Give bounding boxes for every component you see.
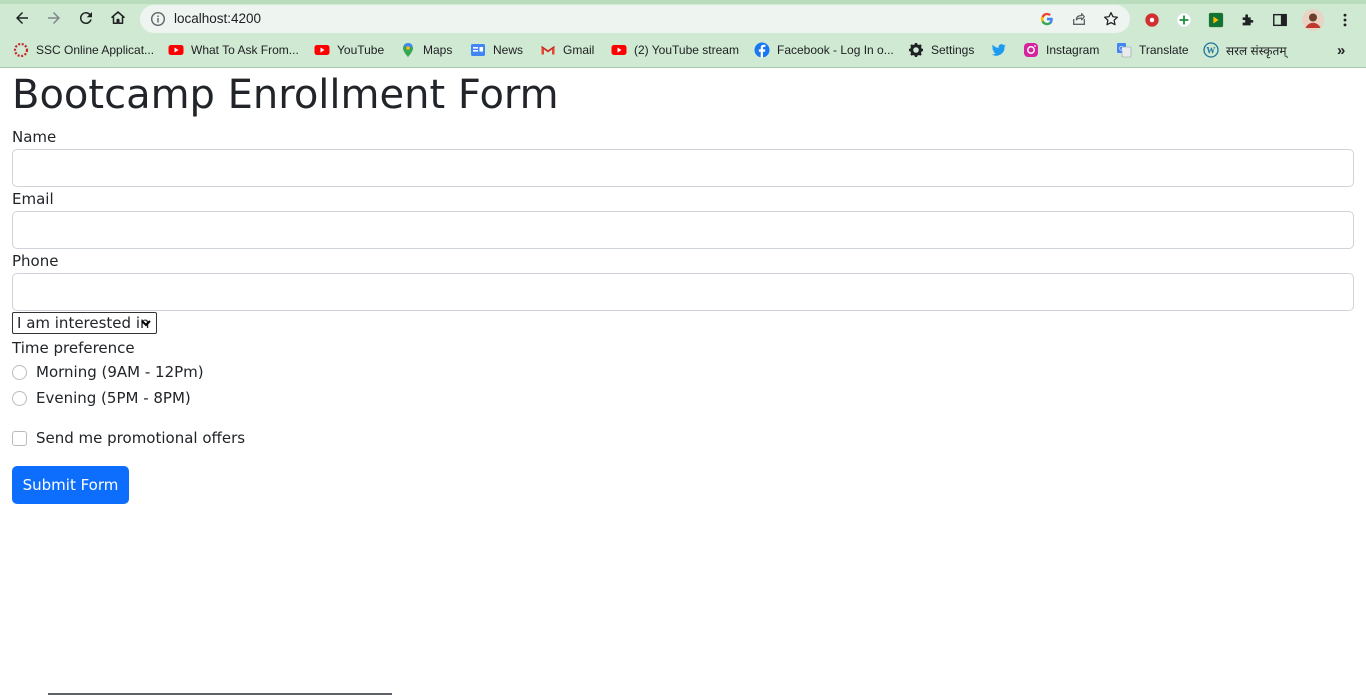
bookmark-settings[interactable]: Settings	[908, 40, 974, 60]
bookmark-label: Gmail	[563, 43, 595, 57]
phone-input[interactable]	[12, 273, 1354, 311]
bookmark-gmail[interactable]: Gmail	[540, 40, 594, 60]
bookmark-translate[interactable]: G Translate	[1116, 40, 1189, 60]
gear-icon	[909, 43, 923, 57]
star-icon[interactable]	[1102, 10, 1120, 28]
chevron-down-icon	[141, 320, 151, 327]
radio-evening[interactable]: Evening (5PM - 8PM)	[12, 388, 191, 408]
radio-evening-label: Evening (5PM - 8PM)	[36, 389, 191, 407]
bookmark-youtube-stream[interactable]: (2) YouTube stream	[611, 40, 739, 60]
bookmark-label: सरल संस्कृतम्	[1226, 43, 1287, 58]
instagram-icon	[1024, 43, 1038, 57]
reload-button[interactable]	[75, 7, 97, 29]
bookmark-label: News	[493, 43, 524, 57]
phone-label: Phone	[12, 252, 59, 270]
facebook-icon	[754, 42, 770, 58]
url-text[interactable]: localhost:4200	[174, 11, 261, 26]
bookmark-label: What To Ask From...	[191, 43, 299, 57]
media-extension-icon[interactable]	[1207, 11, 1225, 29]
promo-checkbox-label: Send me promotional offers	[36, 429, 246, 447]
home-button[interactable]	[107, 7, 129, 29]
bookmark-youtube[interactable]: YouTube	[314, 40, 384, 60]
back-button[interactable]	[11, 7, 33, 29]
arrow-left-icon	[16, 12, 28, 24]
radio-morning[interactable]: Morning (9AM - 12Pm)	[12, 362, 204, 382]
bookmark-label: Settings	[931, 43, 975, 57]
bookmarks-bar: SSC Online Applicat... What To Ask From.…	[0, 36, 1366, 64]
info-icon[interactable]	[150, 11, 166, 27]
svg-text:W: W	[1206, 46, 1215, 56]
gmail-icon	[541, 46, 555, 55]
menu-dots-icon[interactable]	[1336, 11, 1354, 29]
plus-extension-icon[interactable]	[1175, 11, 1193, 29]
news-icon	[471, 44, 485, 56]
side-panel-icon[interactable]	[1271, 11, 1289, 29]
radio-button[interactable]	[12, 364, 27, 380]
email-label: Email	[12, 190, 54, 208]
interest-select-value: I am interested in	[17, 314, 150, 332]
bookmark-label: (2) YouTube stream	[634, 43, 739, 57]
bookmark-label: SSC Online Applicat...	[36, 43, 155, 57]
bookmark-label: Instagram	[1046, 43, 1100, 57]
avatar[interactable]	[1302, 9, 1324, 31]
more-bookmarks-button[interactable]: »	[1337, 40, 1345, 60]
name-input[interactable]	[12, 149, 1354, 187]
radio-morning-label: Morning (9AM - 12Pm)	[36, 363, 204, 381]
submit-button[interactable]: Submit Form	[12, 466, 129, 504]
page-content: Bootcamp Enrollment Form Name Email Phon…	[0, 68, 1366, 695]
browser-chrome: localhost:4200 SSC Online Applicat... Wh…	[0, 0, 1366, 68]
promo-checkbox-row[interactable]: Send me promotional offers	[12, 428, 245, 448]
time-preference-label: Time preference	[12, 339, 135, 357]
maps-icon	[403, 42, 413, 57]
chevron-double-right-icon: »	[1337, 41, 1346, 59]
share-icon[interactable]	[1070, 10, 1088, 28]
youtube-icon	[611, 45, 627, 55]
puzzle-icon[interactable]	[1239, 11, 1257, 29]
bookmark-facebook[interactable]: Facebook - Log In o...	[754, 40, 894, 60]
youtube-icon	[314, 45, 330, 55]
bookmark-label: Facebook - Log In o...	[777, 43, 894, 57]
bookmark-label: Maps	[423, 43, 453, 57]
bookmark-ssc[interactable]: SSC Online Applicat...	[13, 40, 154, 60]
bookmark-news[interactable]: News	[470, 40, 523, 60]
google-lens-icon[interactable]	[1038, 10, 1056, 28]
reload-icon	[79, 12, 92, 25]
youtube-icon	[168, 45, 184, 55]
name-label: Name	[12, 128, 57, 146]
browser-toolbar: localhost:4200	[0, 4, 1366, 34]
record-extension-icon[interactable]	[1143, 11, 1161, 29]
forward-button[interactable]	[43, 7, 65, 29]
promo-checkbox[interactable]	[12, 430, 27, 446]
bookmark-instagram[interactable]: Instagram	[1023, 40, 1099, 60]
radio-button[interactable]	[12, 390, 27, 406]
wordpress-icon: W	[1203, 42, 1219, 58]
home-icon	[111, 11, 125, 24]
twitter-icon	[991, 44, 1006, 56]
page-title: Bootcamp Enrollment Form	[12, 72, 559, 118]
bookmark-twitter[interactable]	[991, 40, 1014, 60]
ssc-icon	[13, 42, 29, 58]
bookmark-what-to-ask[interactable]: What To Ask From...	[168, 40, 299, 60]
bookmark-saral-sanskritam[interactable]: W सरल संस्कृतम्	[1203, 40, 1287, 60]
translate-icon: G	[1117, 43, 1132, 58]
email-input[interactable]	[12, 211, 1354, 249]
bookmark-maps[interactable]: Maps	[400, 40, 452, 60]
arrow-right-icon	[48, 12, 60, 24]
interest-select[interactable]: I am interested in	[12, 312, 157, 334]
svg-text:G: G	[1119, 47, 1124, 53]
bookmark-label: YouTube	[337, 43, 385, 57]
bookmark-label: Translate	[1139, 43, 1189, 57]
address-bar[interactable]: localhost:4200	[140, 5, 1130, 33]
